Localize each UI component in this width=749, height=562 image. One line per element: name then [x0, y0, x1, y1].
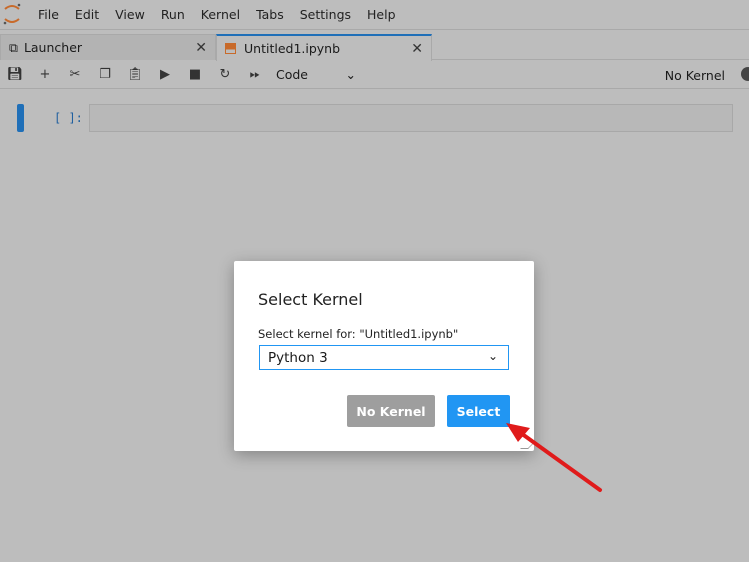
annotation-arrow [506, 423, 602, 492]
